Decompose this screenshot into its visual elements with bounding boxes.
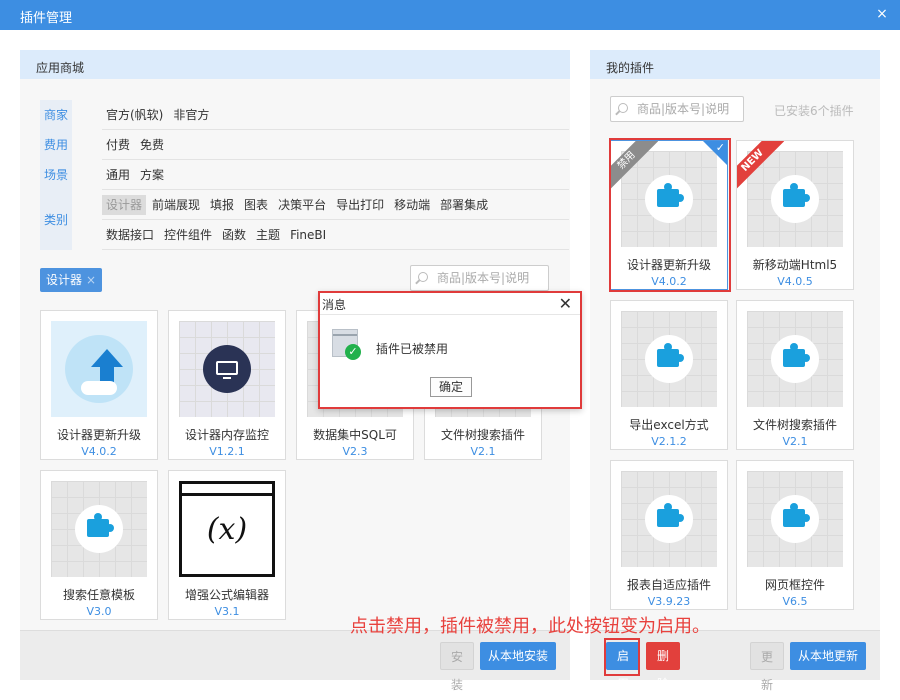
annotation-text: 点击禁用，插件被禁用，此处按钮变为启用。 [350, 616, 710, 637]
active-filter-label: 设计器 [46, 273, 83, 287]
plugin-version: V1.2.1 [209, 445, 245, 458]
monitor-gauge-icon [179, 321, 275, 417]
filter-option-selected[interactable]: 设计器 [102, 195, 147, 215]
filter-option[interactable]: 非官方 [169, 105, 213, 125]
plugin-name: 设计器内存监控 [184, 428, 269, 442]
cloud-upload-icon [51, 321, 147, 417]
puzzle-icon [51, 481, 147, 577]
highlight-selected-card [609, 138, 731, 292]
plugin-version: V2.1 [782, 435, 808, 448]
store-plugin-card[interactable]: 设计器更新升级 V4.0.2 [40, 310, 158, 460]
app-store-header: 应用商城 [20, 50, 570, 79]
plugin-version: V3.0 [86, 605, 112, 618]
puzzle-icon [621, 471, 717, 567]
installed-plugin-card[interactable]: 导出excel方式 V2.1.2 [610, 300, 728, 450]
message-dialog: 消息 ✕ ✓ 插件已被禁用 确定 [318, 291, 582, 409]
filter-option[interactable]: FineBI [286, 225, 330, 245]
my-search-placeholder: 商品|版本号|说明 [637, 102, 730, 116]
plugin-name: 文件树搜索插件 [440, 428, 525, 442]
close-icon[interactable]: × [874, 6, 890, 22]
filter-option[interactable]: 移动端 [390, 195, 434, 215]
delete-button[interactable]: 删除 [646, 642, 680, 691]
filter-option[interactable]: 方案 [136, 165, 168, 185]
filter-row-type-2: 数据接口 控件组件 函数 主题 FineBI [102, 220, 569, 250]
plugin-name: 报表自适应插件 [626, 578, 711, 592]
plugin-name: 数据集中SQL可 [313, 428, 397, 442]
store-plugin-card[interactable]: 搜索任意模板 V3.0 [40, 470, 158, 620]
filter-category-scene: 场景 [40, 160, 72, 190]
plugin-version: V4.0.5 [777, 275, 813, 288]
filter-row-scene: 通用 方案 [102, 160, 569, 190]
filter-option[interactable]: 函数 [218, 225, 250, 245]
installed-plugin-card[interactable]: 报表自适应插件 V3.9.23 [610, 460, 728, 610]
store-plugin-card[interactable]: 设计器内存监控 V1.2.1 [168, 310, 286, 460]
plugin-name: 搜索任意模板 [62, 588, 135, 602]
filter-option[interactable]: 数据接口 [102, 225, 158, 245]
update-local-button[interactable]: 从本地更新 [790, 642, 866, 670]
filter-option[interactable]: 导出打印 [332, 195, 388, 215]
puzzle-icon [621, 311, 717, 407]
my-plugins-search-input[interactable]: 商品|版本号|说明 [610, 96, 744, 122]
filter-option[interactable]: 图表 [240, 195, 272, 215]
plugin-name: 新移动端Html5 [752, 258, 838, 272]
plugin-version: V4.0.2 [81, 445, 117, 458]
filter-option[interactable]: 决策平台 [274, 195, 330, 215]
filter-category-fee: 费用 [40, 130, 72, 160]
filter-row-vendor: 官方(帆软) 非官方 [102, 100, 569, 130]
plugin-version: V2.1 [470, 445, 496, 458]
filter-option[interactable]: 免费 [136, 135, 168, 155]
filter-option[interactable]: 付费 [102, 135, 134, 155]
installed-plugin-card[interactable]: NEW 新移动端Html5 V4.0.5 [736, 140, 854, 290]
puzzle-icon [747, 471, 843, 567]
plugin-version: V3.9.23 [647, 595, 691, 608]
filter-option[interactable]: 通用 [102, 165, 134, 185]
my-plugins-header: 我的插件 [590, 50, 880, 79]
formula-x-icon: (x) [179, 481, 275, 577]
filter-option[interactable]: 官方(帆软) [102, 105, 167, 125]
filter-row-fee: 付费 免费 [102, 130, 569, 160]
check-circle-icon: ✓ [345, 344, 361, 360]
remove-tag-icon[interactable]: × [86, 273, 96, 287]
window-title: 插件管理 [20, 11, 73, 26]
plugin-name: 文件树搜索插件 [752, 418, 837, 432]
puzzle-icon [747, 311, 843, 407]
installed-plugin-card[interactable]: 文件树搜索插件 V2.1 [736, 300, 854, 450]
dialog-close-icon[interactable]: ✕ [559, 294, 572, 313]
installed-plugin-card[interactable]: 网页框控件 V6.5 [736, 460, 854, 610]
filter-option[interactable]: 填报 [206, 195, 238, 215]
formula-x-text: (x) [206, 512, 248, 547]
filter-category-vendor: 商家 [40, 100, 72, 130]
success-icon: ✓ [332, 329, 361, 360]
active-filter-tag: 设计器 × [40, 268, 103, 292]
dialog-message: 插件已被禁用 [376, 342, 449, 356]
store-search-input[interactable]: 商品|版本号|说明 [410, 265, 549, 291]
plugin-version: V2.3 [342, 445, 368, 458]
plugin-name: 网页框控件 [764, 578, 825, 592]
filter-option[interactable]: 控件组件 [160, 225, 216, 245]
plugin-version: V3.1 [214, 605, 240, 618]
plugin-name: 设计器更新升级 [56, 428, 141, 442]
dialog-title: 消息 [320, 293, 580, 315]
filter-row-type-1: 设计器 前端展现 填报 图表 决策平台 导出打印 移动端 部署集成 [102, 190, 569, 220]
search-icon [618, 103, 628, 113]
installed-count: 已安装6个插件 [774, 104, 854, 118]
store-search-placeholder: 商品|版本号|说明 [437, 271, 530, 285]
search-icon [418, 272, 428, 282]
filter-category-type: 类别 [40, 190, 72, 250]
install-button[interactable]: 安装 [440, 642, 474, 692]
update-button[interactable]: 更新 [750, 642, 784, 692]
window-titlebar: 插件管理 × [0, 0, 900, 30]
dialog-ok-button[interactable]: 确定 [430, 377, 472, 397]
plugin-version: V2.1.2 [651, 435, 687, 448]
filter-option[interactable]: 主题 [252, 225, 284, 245]
install-local-button[interactable]: 从本地安装 [480, 642, 556, 670]
puzzle-icon [747, 151, 843, 247]
store-plugin-card[interactable]: (x) 增强公式编辑器 V3.1 [168, 470, 286, 620]
filter-option[interactable]: 前端展现 [148, 195, 204, 215]
plugin-name: 导出excel方式 [629, 418, 709, 432]
filter-option[interactable]: 部署集成 [436, 195, 492, 215]
plugin-name: 增强公式编辑器 [184, 588, 269, 602]
plugin-version: V6.5 [782, 595, 808, 608]
highlight-enable-button [604, 638, 640, 676]
